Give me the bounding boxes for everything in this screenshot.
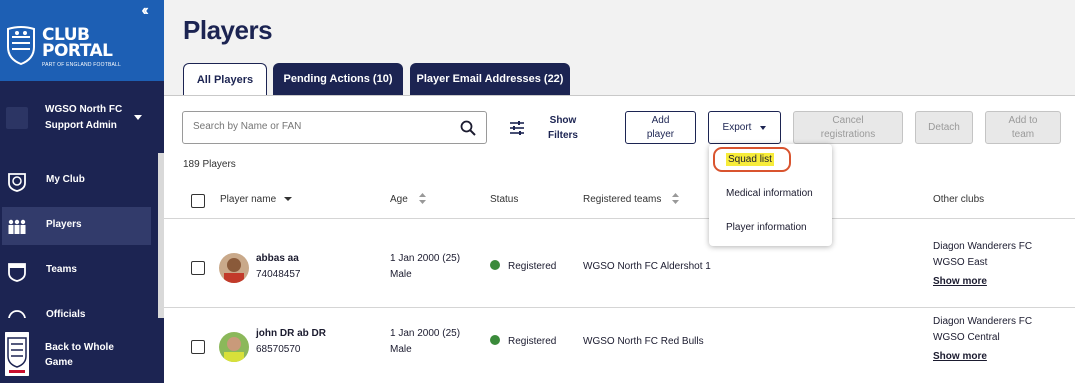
show-filters-button[interactable]: Show Filters [545, 113, 581, 143]
status-cell: Registered [490, 259, 556, 275]
sidebar-item-label: Players [46, 219, 82, 230]
sidebar-item-players[interactable]: Players [2, 207, 151, 245]
column-header-label: Age [390, 194, 408, 206]
status-dot-icon [490, 260, 500, 271]
filters-sliders-icon[interactable] [509, 120, 525, 136]
export-dropdown-menu: Squad list Medical information Player in… [709, 144, 832, 246]
logo-line2: PORTAL [42, 41, 113, 61]
column-header-registered-teams[interactable]: Registered teams [583, 193, 680, 206]
column-header-label: Registered teams [583, 194, 662, 206]
show-more-link[interactable]: Show more [933, 349, 987, 365]
back-label: Back to Whole Game [45, 342, 114, 368]
row-checkbox[interactable] [191, 340, 205, 354]
show-filters-label: Show Filters [547, 115, 578, 141]
tab-player-email-addresses[interactable]: Player Email Addresses (22) [410, 63, 570, 95]
logo-wordmark: CLUB PORTAL [42, 27, 113, 61]
players-group-icon [8, 219, 26, 234]
double-chevron-left-icon[interactable]: ‹‹ [141, 2, 148, 20]
sidebar-header: ‹‹ CLUB PORTAL PART OF ENGLAND FOOTBALL [0, 0, 164, 81]
player-fan: 68570570 [256, 344, 301, 355]
players-panel: Show Filters Add player Export Cancel re… [164, 95, 1075, 383]
cancel-registrations-button[interactable]: Cancel registrations [793, 111, 903, 144]
player-avatar [219, 253, 249, 283]
export-label: Export [722, 121, 752, 133]
status-cell: Registered [490, 334, 556, 350]
player-count: 189 Players [183, 159, 236, 170]
registered-team: WGSO North FC Red Bulls [583, 336, 704, 347]
sidebar-item-label: Teams [46, 264, 77, 275]
tab-all-players[interactable]: All Players [183, 63, 267, 96]
show-more-link[interactable]: Show more [933, 274, 987, 290]
tab-pending-actions[interactable]: Pending Actions (10) [273, 63, 403, 95]
row-checkbox[interactable] [191, 261, 205, 275]
sort-descending-icon [284, 197, 293, 202]
column-header-player-name[interactable]: Player name [220, 194, 293, 205]
column-header-status: Status [490, 194, 519, 205]
table-row[interactable]: abbas aa 74048457 1 Jan 2000 (25) Male R… [164, 229, 1075, 308]
column-header-age[interactable]: Age [390, 193, 426, 206]
other-club: WGSO East [933, 257, 988, 268]
sidebar-item-label: My Club [46, 174, 85, 185]
logo-subtitle: PART OF ENGLAND FOOTBALL [42, 62, 121, 68]
column-header-label: Player name [220, 194, 277, 205]
main-content: Players All Players Pending Actions (10)… [164, 0, 1075, 383]
export-button[interactable]: Export [708, 111, 781, 144]
player-fan: 74048457 [256, 269, 301, 280]
caret-down-icon [760, 125, 767, 130]
org-name: WGSO North FC [45, 104, 123, 115]
player-avatar [219, 332, 249, 362]
org-role: Support Admin [45, 120, 117, 131]
other-club: Diagon Wanderers FC [933, 316, 1033, 327]
column-header-other-clubs: Other clubs [933, 194, 985, 205]
table-row[interactable]: john DR ab DR 68570570 1 Jan 2000 (25) M… [164, 308, 1075, 383]
add-player-label: Add player [646, 114, 675, 140]
back-to-whole-game-link[interactable]: Back to Whole Game [0, 318, 164, 383]
select-all-checkbox[interactable] [191, 194, 205, 208]
export-menu-item-player-information[interactable]: Player information [726, 222, 807, 233]
export-menu-item-medical-information[interactable]: Medical information [726, 188, 813, 199]
club-crest-icon [8, 173, 26, 192]
org-avatar [6, 107, 28, 129]
player-gender: Male [390, 269, 412, 280]
player-dob: 1 Jan 2000 (25) [390, 253, 461, 264]
table-header: Player name Age Status Registered teams … [164, 183, 1075, 219]
sidebar-item-my-club[interactable]: My Club [0, 162, 158, 200]
player-dob: 1 Jan 2000 (25) [390, 328, 461, 339]
add-player-button[interactable]: Add player [625, 111, 696, 144]
search-input[interactable] [193, 121, 443, 132]
add-to-team-label: Add to team [1008, 114, 1038, 140]
team-shield-icon [8, 263, 26, 282]
england-crest-icon [5, 332, 29, 376]
other-club: Diagon Wanderers FC [933, 241, 1033, 252]
org-switcher[interactable]: WGSO North FC Support Admin [0, 81, 164, 153]
cancel-registrations-label: Cancel registrations [820, 114, 876, 140]
detach-button[interactable]: Detach [915, 111, 973, 144]
page-title: Players [183, 15, 273, 45]
export-menu-item-squad-list[interactable]: Squad list [726, 153, 774, 166]
detach-label: Detach [928, 121, 960, 133]
registered-team: WGSO North FC Aldershot 1 [583, 261, 711, 272]
sidebar-item-teams[interactable]: Teams [0, 252, 158, 290]
add-to-team-button[interactable]: Add to team [985, 111, 1061, 144]
status-dot-icon [490, 335, 500, 346]
sort-icon [672, 193, 680, 204]
status-label: Registered [508, 336, 557, 347]
status-label: Registered [508, 261, 557, 272]
club-portal-logo-icon [7, 26, 35, 65]
player-gender: Male [390, 344, 412, 355]
chevron-down-icon [134, 115, 142, 120]
search-field[interactable] [182, 111, 487, 144]
player-name[interactable]: abbas aa [256, 251, 299, 267]
sort-icon [418, 193, 426, 204]
player-name[interactable]: john DR ab DR [256, 326, 326, 342]
sidebar: ‹‹ CLUB PORTAL PART OF ENGLAND FOOTBALL … [0, 0, 164, 383]
search-icon[interactable] [460, 120, 476, 136]
sidebar-nav: My Club Players Teams Officials [0, 153, 158, 327]
other-club: WGSO Central [933, 332, 1000, 343]
menu-item-label: Squad list [726, 153, 774, 166]
